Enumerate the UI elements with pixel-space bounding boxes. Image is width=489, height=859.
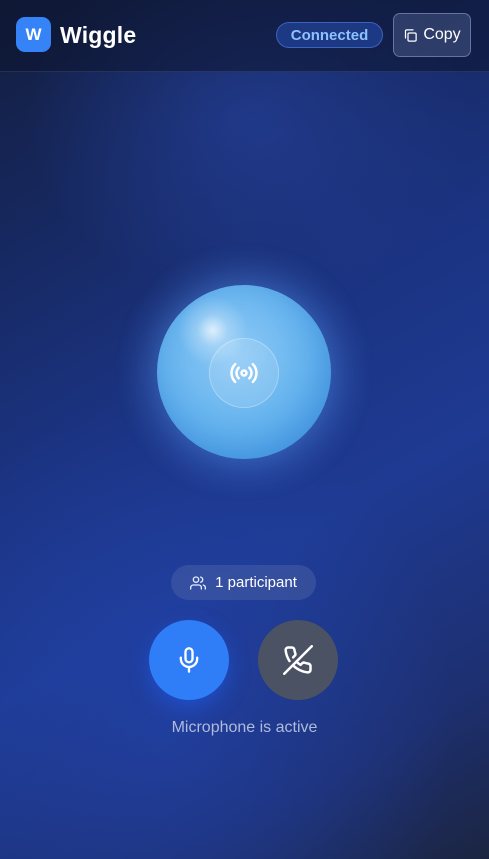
mic-status-text: Microphone is active xyxy=(171,719,318,736)
connection-status-badge: Connected xyxy=(276,22,383,48)
copy-button[interactable]: Copy xyxy=(393,13,471,57)
mic-icon xyxy=(179,647,199,673)
copy-icon xyxy=(405,28,418,42)
phone-off-icon xyxy=(283,645,313,675)
participants-label: 1 participant xyxy=(215,574,297,591)
users-icon xyxy=(190,575,207,590)
end-call-button[interactable] xyxy=(258,620,338,700)
broadcast-icon xyxy=(230,362,258,384)
voice-orb-core xyxy=(209,338,279,408)
status-label: Connected xyxy=(290,26,369,44)
copy-label: Copy xyxy=(423,26,461,43)
app-title: Wiggle xyxy=(60,22,137,48)
app-header: W Wiggle Connected Copy xyxy=(0,0,489,72)
participants-count: 1 participant xyxy=(171,565,316,600)
mic-toggle-button[interactable] xyxy=(149,620,229,700)
logo-letter: W xyxy=(25,24,42,44)
app-logo: W xyxy=(16,17,51,52)
